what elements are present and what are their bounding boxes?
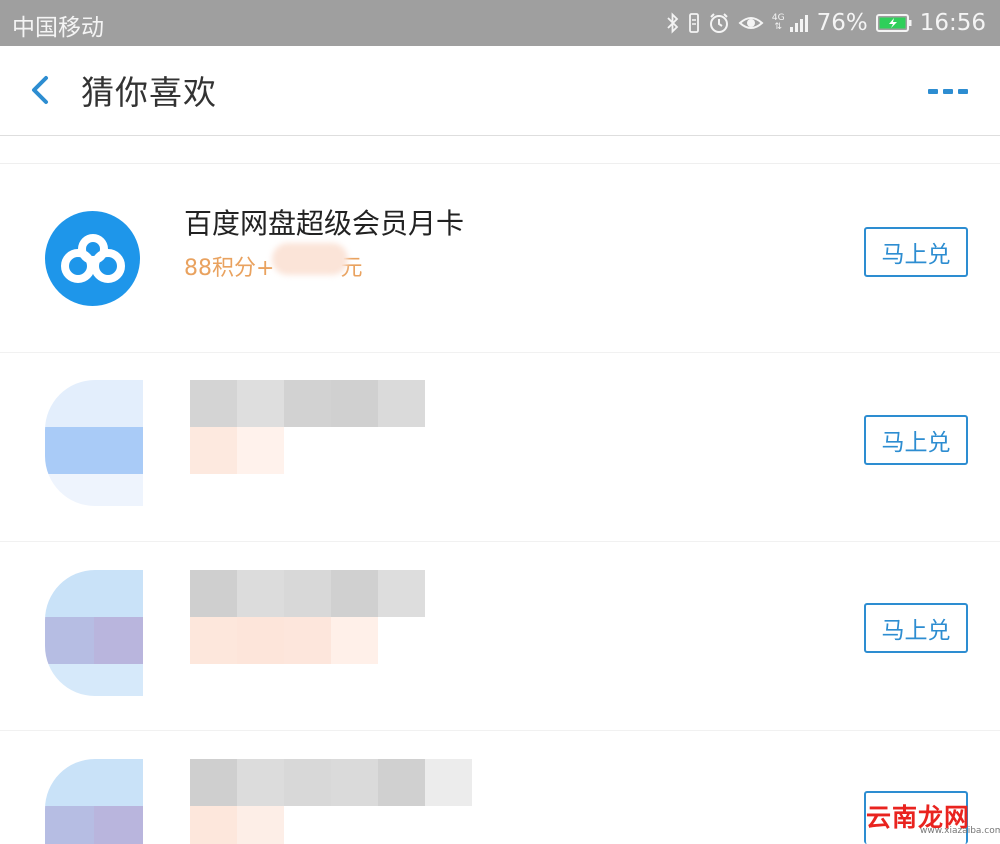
item-title: 百度网盘超级会员月卡 — [184, 207, 465, 240]
blurred-title — [190, 759, 472, 806]
bluetooth-icon — [667, 12, 679, 34]
list-item[interactable] — [0, 731, 1000, 844]
back-button[interactable] — [22, 68, 62, 112]
redeem-button[interactable]: 马上兑 — [864, 603, 968, 653]
blurred-app-icon — [45, 380, 143, 506]
alarm-icon — [709, 13, 728, 33]
vibrate-icon — [688, 13, 699, 33]
network-type-badge: 4G ⇅ — [771, 13, 785, 32]
list-item[interactable]: 马上兑 — [0, 353, 1000, 540]
signal-icon — [789, 15, 808, 32]
blurred-app-icon — [45, 759, 143, 844]
list-item[interactable]: 马上兑 — [0, 542, 1000, 729]
baidu-netdisk-icon — [45, 211, 140, 306]
chevron-left-icon — [32, 76, 48, 104]
redeem-button[interactable]: 马上兑 — [864, 415, 968, 465]
clock: 16:56 — [919, 10, 986, 36]
more-button[interactable] — [922, 76, 974, 106]
battery-charging-icon — [875, 14, 912, 32]
more-icon — [928, 89, 968, 94]
nav-header: 猜你喜欢 — [0, 46, 1000, 136]
status-bar: 中国移动 4G ⇅ 76% 16:56 — [0, 0, 1000, 46]
blurred-app-icon — [45, 570, 143, 696]
blurred-price — [190, 427, 284, 474]
redeem-button[interactable]: 马上兑 — [864, 227, 968, 277]
carrier-label: 中国移动 — [12, 15, 104, 41]
blurred-price — [190, 617, 378, 664]
eye-comfort-icon — [738, 17, 764, 29]
page-title: 猜你喜欢 — [81, 73, 217, 112]
watermark: 云南龙网 www.xiazaiba.com — [862, 796, 1000, 836]
watermark-url: www.xiazaiba.com — [920, 826, 1000, 836]
blurred-title — [190, 380, 425, 427]
blurred-title — [190, 570, 425, 617]
redacted-price — [272, 243, 348, 275]
battery-percent: 76% — [816, 10, 868, 36]
blurred-price — [190, 806, 284, 844]
status-icons: 4G ⇅ 76% 16:56 — [666, 8, 986, 38]
list-item[interactable]: 百度网盘超级会员月卡 88积分+ 元 马上兑 — [0, 164, 1000, 351]
